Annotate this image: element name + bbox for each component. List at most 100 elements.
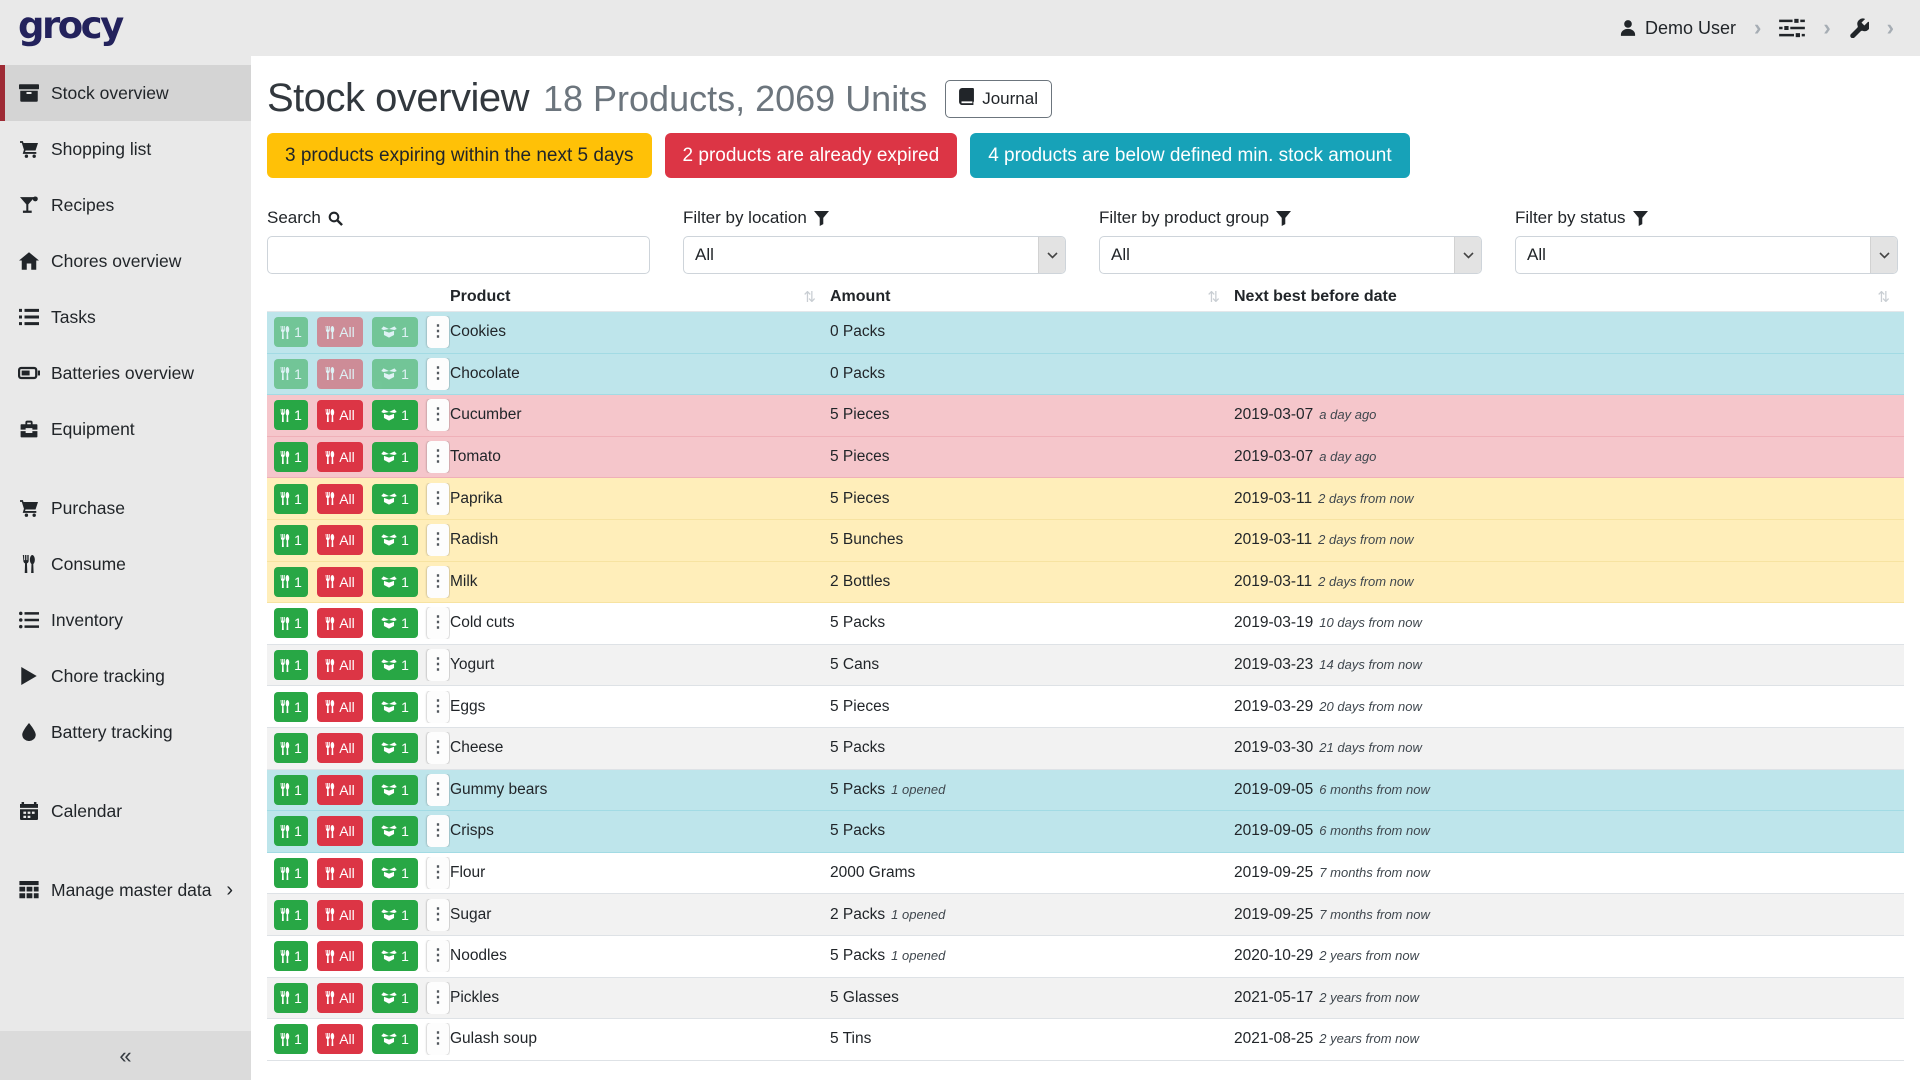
row-more-button[interactable]: ⋮: [427, 607, 449, 639]
open-one-button[interactable]: 1: [372, 359, 418, 389]
consume-one-button[interactable]: 1: [274, 816, 308, 846]
row-more-button[interactable]: ⋮: [427, 691, 449, 723]
open-one-button[interactable]: 1: [372, 608, 418, 638]
row-more-button[interactable]: ⋮: [427, 649, 449, 681]
sidebar-item-stock-overview[interactable]: Stock overview: [0, 65, 251, 121]
consume-one-button[interactable]: 1: [274, 941, 308, 971]
consume-all-button[interactable]: All: [317, 484, 363, 514]
consume-all-button[interactable]: All: [317, 650, 363, 680]
consume-one-button[interactable]: 1: [274, 484, 308, 514]
consume-all-button[interactable]: All: [317, 733, 363, 763]
open-one-button[interactable]: 1: [372, 941, 418, 971]
consume-one-button[interactable]: 1: [274, 359, 308, 389]
open-one-button[interactable]: 1: [372, 983, 418, 1013]
row-more-button[interactable]: ⋮: [427, 815, 449, 847]
open-one-button[interactable]: 1: [372, 733, 418, 763]
consume-all-button[interactable]: All: [317, 317, 363, 347]
user-menu[interactable]: Demo User ›: [1619, 17, 1761, 39]
consume-one-button[interactable]: 1: [274, 1024, 308, 1054]
sidebar-item-battery-tracking[interactable]: Battery tracking: [0, 704, 251, 760]
consume-all-button[interactable]: All: [317, 983, 363, 1013]
row-more-button[interactable]: ⋮: [427, 441, 449, 473]
row-more-button[interactable]: ⋮: [427, 399, 449, 431]
consume-all-button[interactable]: All: [317, 816, 363, 846]
row-more-button[interactable]: ⋮: [427, 940, 449, 972]
location-select[interactable]: All: [683, 236, 1066, 274]
sidebar-item-tasks[interactable]: Tasks: [0, 289, 251, 345]
consume-all-button[interactable]: All: [317, 858, 363, 888]
open-one-button[interactable]: 1: [372, 567, 418, 597]
open-one-button[interactable]: 1: [372, 317, 418, 347]
consume-one-button[interactable]: 1: [274, 525, 308, 555]
open-one-button[interactable]: 1: [372, 900, 418, 930]
consume-one-button[interactable]: 1: [274, 317, 308, 347]
admin-menu[interactable]: ›: [1849, 17, 1894, 39]
open-one-button[interactable]: 1: [372, 858, 418, 888]
consume-one-button[interactable]: 1: [274, 650, 308, 680]
open-one-button[interactable]: 1: [372, 484, 418, 514]
consume-one-button[interactable]: 1: [274, 608, 308, 638]
consume-one-button[interactable]: 1: [274, 775, 308, 805]
row-more-button[interactable]: ⋮: [427, 1023, 449, 1055]
open-one-button[interactable]: 1: [372, 1024, 418, 1054]
consume-all-button[interactable]: All: [317, 775, 363, 805]
row-more-button[interactable]: ⋮: [427, 483, 449, 515]
consume-all-button[interactable]: All: [317, 442, 363, 472]
journal-button[interactable]: Journal: [945, 80, 1052, 118]
sidebar-collapse-button[interactable]: «: [0, 1031, 251, 1080]
consume-one-button[interactable]: 1: [274, 400, 308, 430]
sidebar-item-calendar[interactable]: Calendar: [0, 783, 251, 839]
row-more-button[interactable]: ⋮: [427, 899, 449, 931]
status-select[interactable]: All: [1515, 236, 1898, 274]
row-more-button[interactable]: ⋮: [427, 566, 449, 598]
consume-all-button[interactable]: All: [317, 900, 363, 930]
consume-one-button[interactable]: 1: [274, 900, 308, 930]
settings-menu[interactable]: ›: [1779, 17, 1830, 39]
consume-all-button[interactable]: All: [317, 608, 363, 638]
sidebar-item-recipes[interactable]: Recipes: [0, 177, 251, 233]
consume-one-button[interactable]: 1: [274, 567, 308, 597]
open-one-button[interactable]: 1: [372, 816, 418, 846]
row-more-button[interactable]: ⋮: [427, 982, 449, 1014]
sidebar-item-chore-tracking[interactable]: Chore tracking: [0, 648, 251, 704]
row-more-button[interactable]: ⋮: [427, 316, 449, 348]
consume-all-button[interactable]: All: [317, 359, 363, 389]
sidebar-item-inventory[interactable]: Inventory: [0, 592, 251, 648]
row-more-button[interactable]: ⋮: [427, 774, 449, 806]
open-one-button[interactable]: 1: [372, 400, 418, 430]
sidebar-item-manage-master-data[interactable]: Manage master data ›: [0, 862, 251, 918]
row-more-button[interactable]: ⋮: [427, 524, 449, 556]
date-column-header[interactable]: Next best before date ⇅: [1234, 288, 1904, 306]
product-group-select[interactable]: All: [1099, 236, 1482, 274]
consume-all-button[interactable]: All: [317, 692, 363, 722]
consume-all-button[interactable]: All: [317, 525, 363, 555]
consume-all-button[interactable]: All: [317, 941, 363, 971]
consume-all-button[interactable]: All: [317, 567, 363, 597]
consume-all-button[interactable]: All: [317, 1024, 363, 1054]
consume-one-button[interactable]: 1: [274, 442, 308, 472]
consume-one-button[interactable]: 1: [274, 983, 308, 1013]
sidebar-item-equipment[interactable]: Equipment: [0, 401, 251, 457]
app-logo[interactable]: grocy: [18, 4, 122, 47]
consume-one-button[interactable]: 1: [274, 733, 308, 763]
sidebar-item-shopping-list[interactable]: Shopping list: [0, 121, 251, 177]
product-column-header[interactable]: Product ⇅: [450, 288, 830, 306]
consume-one-button[interactable]: 1: [274, 858, 308, 888]
row-more-button[interactable]: ⋮: [427, 732, 449, 764]
open-one-button[interactable]: 1: [372, 525, 418, 555]
amount-column-header[interactable]: Amount ⇅: [830, 288, 1234, 306]
open-one-button[interactable]: 1: [372, 650, 418, 680]
open-one-label: 1: [401, 366, 409, 382]
sidebar-item-batteries-overview[interactable]: Batteries overview: [0, 345, 251, 401]
sidebar-item-consume[interactable]: Consume: [0, 536, 251, 592]
sidebar-item-chores-overview[interactable]: Chores overview: [0, 233, 251, 289]
row-more-button[interactable]: ⋮: [427, 358, 449, 390]
row-more-button[interactable]: ⋮: [427, 857, 449, 889]
open-one-button[interactable]: 1: [372, 692, 418, 722]
search-input[interactable]: [267, 236, 650, 274]
open-one-button[interactable]: 1: [372, 775, 418, 805]
open-one-button[interactable]: 1: [372, 442, 418, 472]
consume-all-button[interactable]: All: [317, 400, 363, 430]
sidebar-item-purchase[interactable]: Purchase: [0, 480, 251, 536]
consume-one-button[interactable]: 1: [274, 692, 308, 722]
